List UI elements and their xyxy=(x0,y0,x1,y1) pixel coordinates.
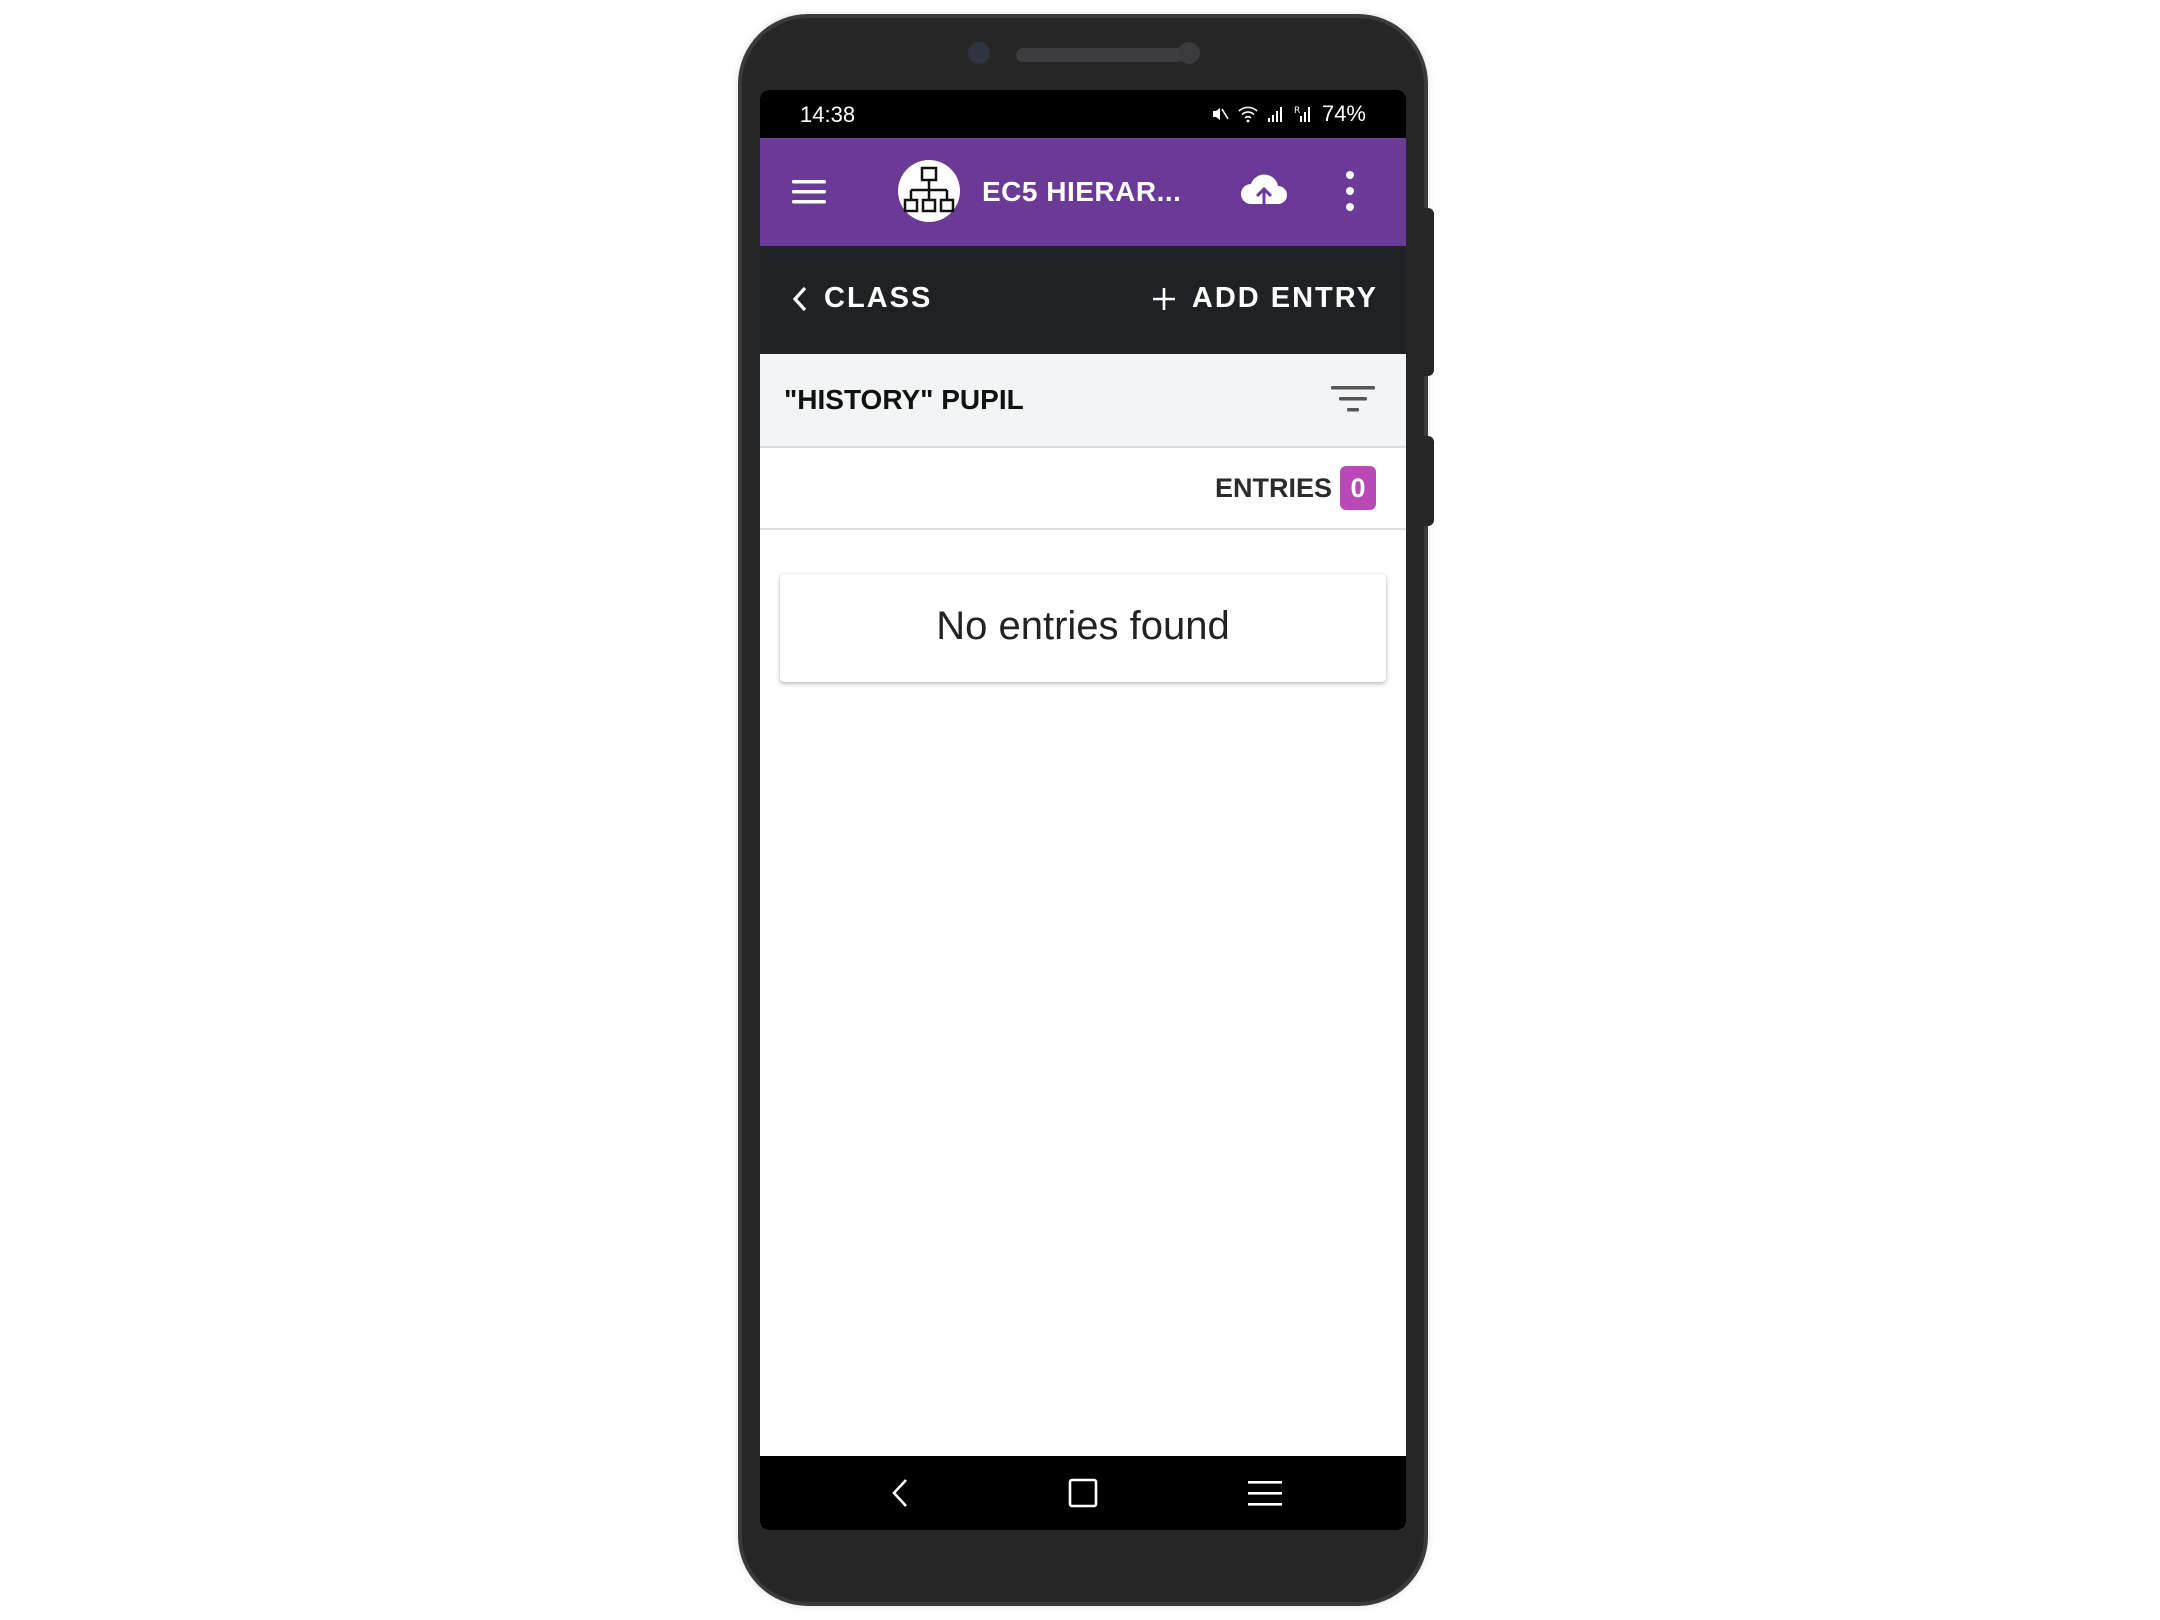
system-nav-bar xyxy=(760,1456,1406,1530)
phone-frame: 14:38 R 74% EC5 HIERAR... CLASS ADD ENTR… xyxy=(742,18,1434,1602)
back-button-label: CLASS xyxy=(824,282,933,314)
add-entry-button[interactable]: ADD ENTRY xyxy=(1150,282,1378,315)
filter-icon[interactable] xyxy=(1330,384,1376,416)
empty-state-message: No entries found xyxy=(936,604,1230,648)
entries-row: ENTRIES 0 xyxy=(760,448,1406,530)
hierarchy-icon xyxy=(903,166,955,213)
cloud-upload-icon[interactable] xyxy=(1238,168,1290,212)
front-camera xyxy=(968,42,990,64)
project-logo xyxy=(898,160,960,222)
chevron-left-icon xyxy=(792,286,807,311)
svg-text:R: R xyxy=(1294,106,1300,116)
nav-back-icon[interactable] xyxy=(878,1470,924,1516)
project-title: EC5 HIERAR... xyxy=(982,176,1182,207)
plus-icon xyxy=(1152,287,1175,310)
back-to-class-button[interactable]: CLASS xyxy=(790,282,932,315)
earpiece-speaker xyxy=(1016,48,1184,62)
wifi-icon xyxy=(1238,106,1258,123)
status-bar: 14:38 R 74% xyxy=(760,90,1406,138)
menu-icon[interactable] xyxy=(790,176,830,208)
entries-count-badge: 0 xyxy=(1340,466,1376,510)
nav-recents-icon[interactable] xyxy=(1242,1470,1288,1516)
battery-level: 74% xyxy=(1321,101,1366,126)
mute-icon xyxy=(1212,108,1229,120)
sub-nav-bar: CLASS ADD ENTRY xyxy=(760,246,1406,354)
screen: 14:38 R 74% EC5 HIERAR... CLASS ADD ENTR… xyxy=(760,90,1406,1530)
proximity-sensor xyxy=(1178,42,1200,64)
empty-state-card: No entries found xyxy=(780,574,1386,682)
status-time: 14:38 xyxy=(800,102,856,127)
power-button xyxy=(1424,436,1434,526)
add-entry-label: ADD ENTRY xyxy=(1191,282,1378,314)
nav-home-icon[interactable] xyxy=(1060,1470,1106,1516)
volume-button xyxy=(1424,208,1434,376)
entries-counter: ENTRIES 0 xyxy=(1215,466,1376,510)
more-vert-icon[interactable] xyxy=(1340,168,1360,214)
app-bar: EC5 HIERAR... xyxy=(760,138,1406,246)
status-icons: R 74% xyxy=(1210,101,1366,127)
signal-icon xyxy=(1267,107,1282,122)
signal-r-icon: R xyxy=(1294,106,1310,122)
form-title: "HISTORY" PUPIL xyxy=(784,384,1024,415)
form-title-row: "HISTORY" PUPIL xyxy=(760,354,1406,448)
entries-label: ENTRIES xyxy=(1214,472,1332,503)
